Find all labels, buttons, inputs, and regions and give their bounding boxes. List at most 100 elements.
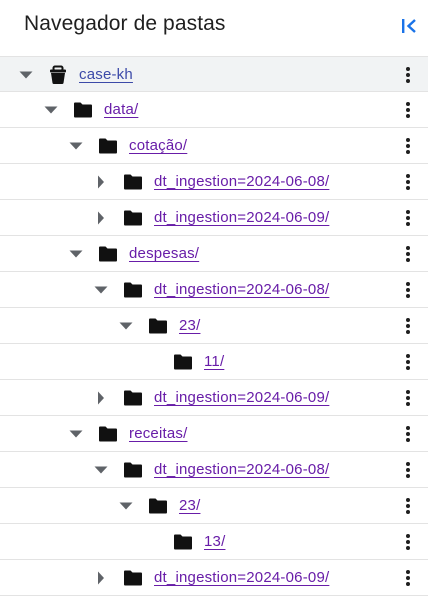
more-actions-button[interactable] xyxy=(398,164,418,200)
bucket-icon xyxy=(50,65,66,84)
node-icon xyxy=(148,488,168,524)
collapse-toggle[interactable] xyxy=(91,272,111,308)
caret-down-icon xyxy=(119,322,133,330)
panel-header: Navegador de pastas xyxy=(0,0,428,52)
collapse-toggle[interactable] xyxy=(116,488,136,524)
tree-row[interactable]: dt_ingestion=2024-06-08/ xyxy=(0,164,428,200)
tree-row[interactable]: 23/ xyxy=(0,488,428,524)
folder-link[interactable]: despesas/ xyxy=(129,245,199,262)
folder-link[interactable]: cotação/ xyxy=(129,137,187,154)
caret-down-icon xyxy=(19,71,33,79)
tree-row[interactable]: case-kh xyxy=(0,56,428,92)
folder-icon xyxy=(174,354,192,370)
node-icon xyxy=(123,452,143,488)
collapse-toggle[interactable] xyxy=(91,452,111,488)
more-actions-button[interactable] xyxy=(398,380,418,416)
node-icon xyxy=(48,57,68,93)
tree-row[interactable]: receitas/ xyxy=(0,416,428,452)
tree-row[interactable]: dt_ingestion=2024-06-08/ xyxy=(0,452,428,488)
more-vert-icon xyxy=(406,462,410,478)
more-actions-button[interactable] xyxy=(398,524,418,560)
expand-toggle[interactable] xyxy=(91,380,111,416)
folder-link[interactable]: dt_ingestion=2024-06-09/ xyxy=(154,569,329,586)
bucket-link[interactable]: case-kh xyxy=(79,66,133,83)
tree-row[interactable]: despesas/ xyxy=(0,236,428,272)
node-icon xyxy=(98,416,118,452)
caret-down-icon xyxy=(94,466,108,474)
folder-link[interactable]: 13/ xyxy=(204,533,225,550)
tree-row[interactable]: 11/ xyxy=(0,344,428,380)
folder-link[interactable]: dt_ingestion=2024-06-08/ xyxy=(154,461,329,478)
more-actions-button[interactable] xyxy=(398,92,418,128)
folder-link[interactable]: dt_ingestion=2024-06-09/ xyxy=(154,389,329,406)
caret-right-icon xyxy=(98,175,104,189)
folder-icon xyxy=(124,282,142,298)
tree-row[interactable]: 13/ xyxy=(0,524,428,560)
node-icon xyxy=(123,200,143,236)
more-vert-icon xyxy=(406,426,410,442)
tree-row[interactable]: dt_ingestion=2024-06-09/ xyxy=(0,560,428,596)
caret-down-icon xyxy=(44,106,58,114)
more-actions-button[interactable] xyxy=(398,488,418,524)
expand-toggle[interactable] xyxy=(91,560,111,596)
more-actions-button[interactable] xyxy=(398,57,418,93)
caret-right-icon xyxy=(98,391,104,405)
tree-row[interactable]: dt_ingestion=2024-06-08/ xyxy=(0,272,428,308)
folder-icon xyxy=(124,570,142,586)
collapse-toggle[interactable] xyxy=(16,57,36,93)
folder-icon xyxy=(74,102,92,118)
tree-row[interactable]: dt_ingestion=2024-06-09/ xyxy=(0,380,428,416)
tree-row[interactable]: data/ xyxy=(0,92,428,128)
folder-link[interactable]: 23/ xyxy=(179,317,200,334)
caret-right-icon xyxy=(98,571,104,585)
tree-row[interactable]: cotação/ xyxy=(0,128,428,164)
caret-down-icon xyxy=(69,250,83,258)
more-vert-icon xyxy=(406,67,410,83)
collapse-toggle[interactable] xyxy=(66,236,86,272)
folder-link[interactable]: dt_ingestion=2024-06-08/ xyxy=(154,281,329,298)
node-icon xyxy=(123,380,143,416)
more-vert-icon xyxy=(406,570,410,586)
more-actions-button[interactable] xyxy=(398,308,418,344)
more-actions-button[interactable] xyxy=(398,452,418,488)
more-vert-icon xyxy=(406,102,410,118)
more-actions-button[interactable] xyxy=(398,200,418,236)
collapse-toggle[interactable] xyxy=(41,92,61,128)
folder-link[interactable]: dt_ingestion=2024-06-08/ xyxy=(154,173,329,190)
folder-icon xyxy=(124,462,142,478)
more-vert-icon xyxy=(406,318,410,334)
folder-link[interactable]: 11/ xyxy=(204,353,224,370)
collapse-panel-button[interactable] xyxy=(398,14,420,38)
node-icon xyxy=(148,308,168,344)
more-vert-icon xyxy=(406,354,410,370)
caret-down-icon xyxy=(69,142,83,150)
folder-link[interactable]: dt_ingestion=2024-06-09/ xyxy=(154,209,329,226)
panel-title: Navegador de pastas xyxy=(24,12,226,35)
collapse-toggle[interactable] xyxy=(116,308,136,344)
caret-down-icon xyxy=(69,430,83,438)
collapse-toggle[interactable] xyxy=(66,416,86,452)
node-icon xyxy=(173,524,193,560)
more-actions-button[interactable] xyxy=(398,560,418,596)
expand-toggle[interactable] xyxy=(91,164,111,200)
folder-link[interactable]: data/ xyxy=(104,101,138,118)
collapse-panel-icon xyxy=(402,19,416,33)
expand-toggle[interactable] xyxy=(91,200,111,236)
more-actions-button[interactable] xyxy=(398,128,418,164)
more-vert-icon xyxy=(406,534,410,550)
folder-icon xyxy=(149,498,167,514)
more-actions-button[interactable] xyxy=(398,416,418,452)
caret-right-icon xyxy=(98,211,104,225)
tree-row[interactable]: 23/ xyxy=(0,308,428,344)
folder-icon xyxy=(99,246,117,262)
folder-icon xyxy=(124,174,142,190)
tree-row[interactable]: dt_ingestion=2024-06-09/ xyxy=(0,200,428,236)
more-actions-button[interactable] xyxy=(398,236,418,272)
folder-tree: case-kh data/cotação/dt_ingestion=2024-06… xyxy=(0,56,428,596)
more-actions-button[interactable] xyxy=(398,272,418,308)
folder-link[interactable]: receitas/ xyxy=(129,425,188,442)
caret-down-icon xyxy=(119,502,133,510)
more-actions-button[interactable] xyxy=(398,344,418,380)
collapse-toggle[interactable] xyxy=(66,128,86,164)
folder-link[interactable]: 23/ xyxy=(179,497,200,514)
